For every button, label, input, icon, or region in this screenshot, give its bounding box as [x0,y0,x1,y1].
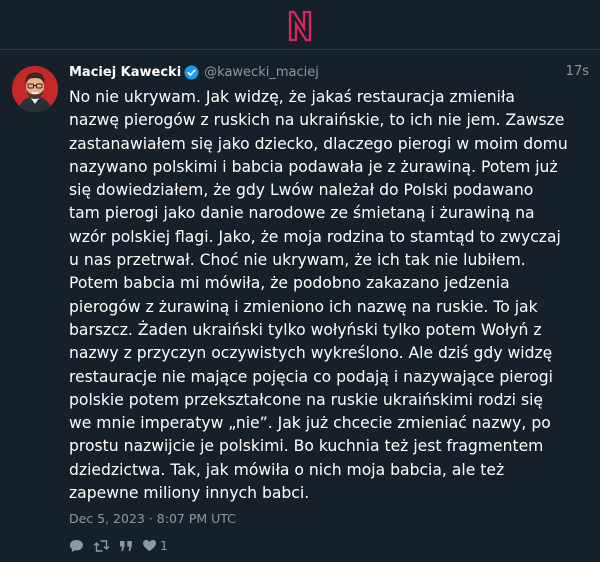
tweet-content: Maciej Kawecki @kawecki_maciej 17s No ni… [69,62,593,553]
heart-icon [143,540,156,552]
tweet-timestamp[interactable]: Dec 5, 2023 · 8:07 PM UTC [69,511,593,526]
top-bar [0,0,600,50]
reply-button[interactable] [69,539,84,553]
author-display-name[interactable]: Maciej Kawecki [69,65,181,80]
avatar[interactable] [12,66,58,112]
reply-icon [70,539,83,553]
stylized-n-logo-icon[interactable] [286,10,314,42]
quote-button[interactable] [119,540,133,552]
verified-badge-icon [184,65,199,80]
tweet-header: Maciej Kawecki @kawecki_maciej 17s [69,62,593,82]
like-count: 1 [160,538,168,554]
retweet-icon [93,540,110,552]
tweet: Maciej Kawecki @kawecki_maciej 17s No ni… [0,50,600,562]
retweet-button[interactable] [93,539,110,553]
tweet-text: No nie ukrywam. Jak widzę, że jakaś rest… [69,88,568,503]
tweet-actions: 1 [69,538,593,553]
quote-icon [120,540,132,551]
author-handle[interactable]: @kawecki_maciej [204,65,319,80]
tweet-time-ago[interactable]: 17s [566,64,589,79]
like-button[interactable]: 1 [142,538,168,553]
